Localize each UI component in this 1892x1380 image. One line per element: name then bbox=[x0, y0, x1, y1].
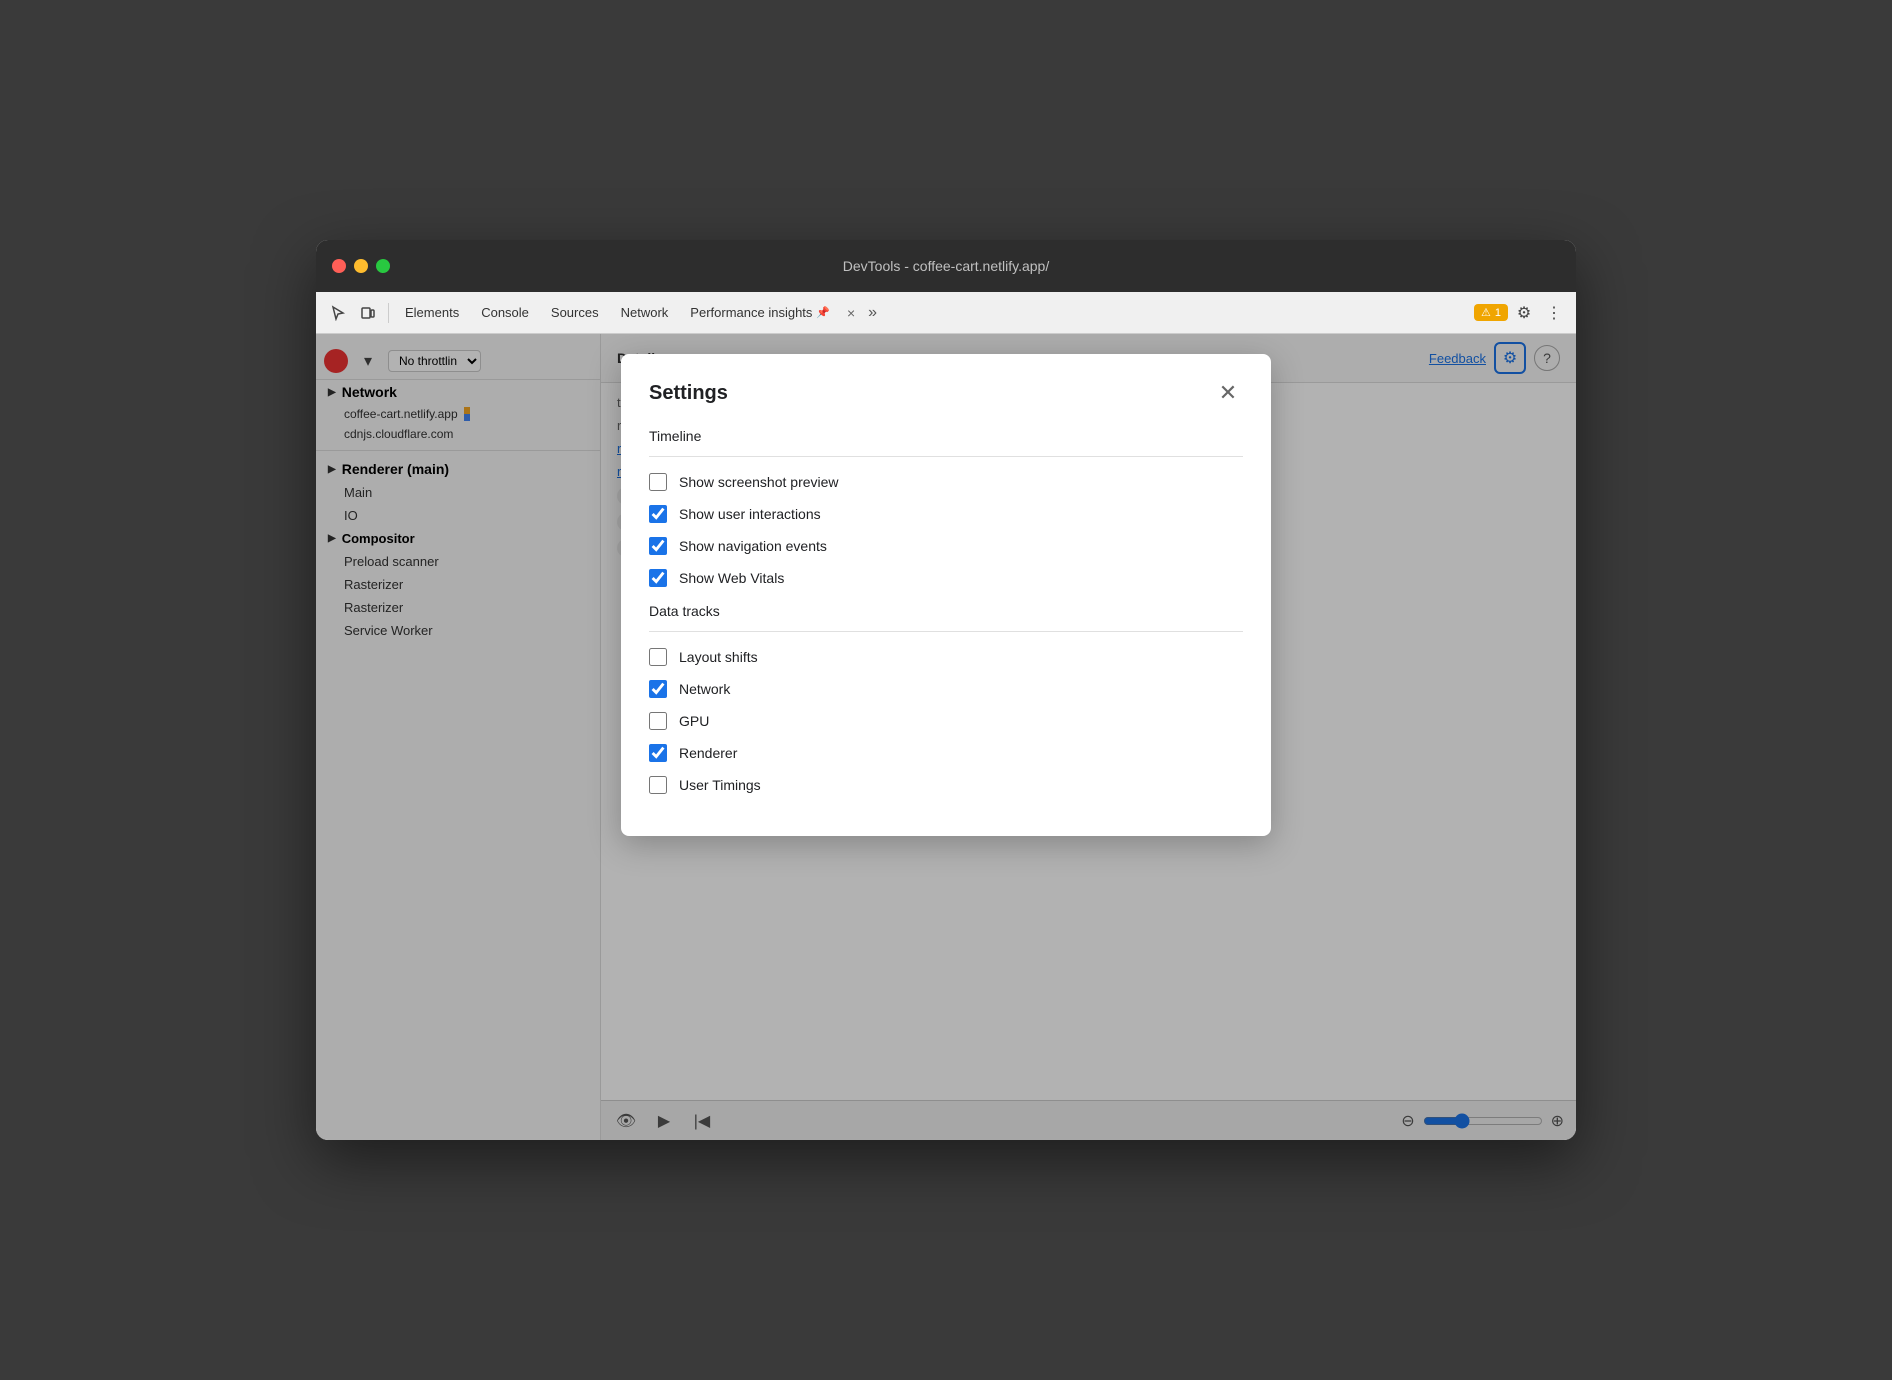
main-content: ▾ No throttlin ▶ Network coffee-cart.net… bbox=[316, 334, 1576, 1140]
checkbox-label-renderer: Renderer bbox=[679, 745, 737, 761]
window-controls bbox=[332, 259, 390, 273]
cursor-icon bbox=[330, 305, 346, 321]
checkbox-label-user-timings: User Timings bbox=[679, 777, 761, 793]
checkbox-gpu[interactable]: GPU bbox=[649, 712, 1243, 730]
checkbox-label-navigation-events: Show navigation events bbox=[679, 538, 827, 554]
checkbox-renderer[interactable]: Renderer bbox=[649, 744, 1243, 762]
warning-icon: ⚠ bbox=[1481, 306, 1491, 319]
devtools-window: DevTools - coffee-cart.netlify.app/ Elem… bbox=[316, 240, 1576, 1140]
checkbox-input-gpu[interactable] bbox=[649, 712, 667, 730]
data-tracks-divider bbox=[649, 631, 1243, 632]
checkbox-input-user-interactions[interactable] bbox=[649, 505, 667, 523]
dialog-overlay[interactable]: Settings ✕ Timeline Show screenshot prev… bbox=[316, 334, 1576, 1140]
checkbox-input-navigation-events[interactable] bbox=[649, 537, 667, 555]
checkbox-show-navigation-events[interactable]: Show navigation events bbox=[649, 537, 1243, 555]
settings-section-data-tracks: Data tracks Layout shifts Network GPU bbox=[649, 603, 1243, 794]
checkbox-input-screenshot[interactable] bbox=[649, 473, 667, 491]
tab-sources[interactable]: Sources bbox=[541, 301, 609, 324]
device-toolbar-button[interactable] bbox=[354, 299, 382, 327]
titlebar: DevTools - coffee-cart.netlify.app/ bbox=[316, 240, 1576, 292]
tab-elements[interactable]: Elements bbox=[395, 301, 469, 324]
checkbox-label-screenshot: Show screenshot preview bbox=[679, 474, 839, 490]
checkbox-network[interactable]: Network bbox=[649, 680, 1243, 698]
tab-performance-insights[interactable]: Performance insights 📌 bbox=[680, 301, 840, 324]
notification-count: 1 bbox=[1495, 307, 1501, 319]
select-tool-button[interactable] bbox=[324, 299, 352, 327]
checkbox-show-user-interactions[interactable]: Show user interactions bbox=[649, 505, 1243, 523]
more-options-button[interactable]: ⋮ bbox=[1540, 299, 1568, 327]
data-tracks-section-title: Data tracks bbox=[649, 603, 1243, 619]
checkbox-user-timings[interactable]: User Timings bbox=[649, 776, 1243, 794]
tab-network[interactable]: Network bbox=[611, 301, 679, 324]
checkbox-label-network: Network bbox=[679, 681, 730, 697]
timeline-section-title: Timeline bbox=[649, 428, 1243, 444]
checkbox-label-gpu: GPU bbox=[679, 713, 709, 729]
checkbox-input-renderer[interactable] bbox=[649, 744, 667, 762]
checkbox-show-web-vitals[interactable]: Show Web Vitals bbox=[649, 569, 1243, 587]
tab-console[interactable]: Console bbox=[471, 301, 539, 324]
timeline-divider bbox=[649, 456, 1243, 457]
checkbox-input-user-timings[interactable] bbox=[649, 776, 667, 794]
maximize-button[interactable] bbox=[376, 259, 390, 273]
checkbox-input-network[interactable] bbox=[649, 680, 667, 698]
checkbox-label-user-interactions: Show user interactions bbox=[679, 506, 821, 522]
checkbox-layout-shifts[interactable]: Layout shifts bbox=[649, 648, 1243, 666]
minimize-button[interactable] bbox=[354, 259, 368, 273]
checkbox-show-screenshot-preview[interactable]: Show screenshot preview bbox=[649, 473, 1243, 491]
separator bbox=[388, 303, 389, 323]
close-button[interactable] bbox=[332, 259, 346, 273]
titlebar-title: DevTools - coffee-cart.netlify.app/ bbox=[843, 258, 1049, 274]
devtools-toolbar: Elements Console Sources Network Perform… bbox=[316, 292, 1576, 334]
settings-dialog: Settings ✕ Timeline Show screenshot prev… bbox=[621, 354, 1271, 836]
settings-section-timeline: Timeline Show screenshot preview Show us… bbox=[649, 428, 1243, 587]
settings-title: Settings bbox=[649, 382, 728, 405]
settings-close-button[interactable]: ✕ bbox=[1213, 378, 1243, 408]
notification-badge: ⚠ 1 bbox=[1474, 304, 1508, 321]
device-icon bbox=[360, 305, 376, 321]
checkbox-label-web-vitals: Show Web Vitals bbox=[679, 570, 784, 586]
more-tabs-button[interactable]: » bbox=[862, 302, 883, 324]
checkbox-label-layout-shifts: Layout shifts bbox=[679, 649, 758, 665]
settings-header: Settings ✕ bbox=[649, 378, 1243, 408]
close-tab-button[interactable]: × bbox=[842, 304, 860, 322]
pin-icon: 📌 bbox=[816, 306, 830, 319]
settings-gear-button[interactable]: ⚙ bbox=[1510, 299, 1538, 327]
checkbox-input-web-vitals[interactable] bbox=[649, 569, 667, 587]
checkbox-input-layout-shifts[interactable] bbox=[649, 648, 667, 666]
